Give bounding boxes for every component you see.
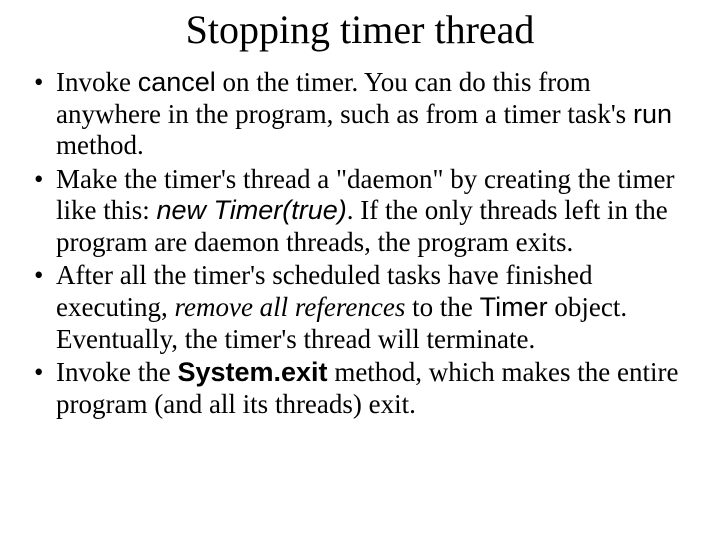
slide: Stopping timer thread Invoke cancel on t… xyxy=(0,0,720,540)
bullet-list: Invoke cancel on the timer. You can do t… xyxy=(20,67,700,420)
emph-remove-refs: remove all references xyxy=(174,292,405,322)
code-new-timer: new Timer(true) xyxy=(157,195,347,225)
code-cancel: cancel xyxy=(138,67,216,97)
bullet-2: Make the timer's thread a "daemon" by cr… xyxy=(56,164,690,259)
text: Invoke the xyxy=(56,357,177,387)
bullet-1: Invoke cancel on the timer. You can do t… xyxy=(56,67,690,162)
text: Invoke xyxy=(56,67,138,97)
bullet-4: Invoke the System.exit method, which mak… xyxy=(56,357,690,420)
slide-title: Stopping timer thread xyxy=(20,6,700,53)
code-system-exit: System.exit xyxy=(177,357,327,387)
text: to the xyxy=(405,292,479,322)
bullet-3: After all the timer's scheduled tasks ha… xyxy=(56,260,690,355)
code-run: run xyxy=(633,99,672,129)
text: method. xyxy=(56,130,144,160)
code-timer: Timer xyxy=(480,292,548,322)
